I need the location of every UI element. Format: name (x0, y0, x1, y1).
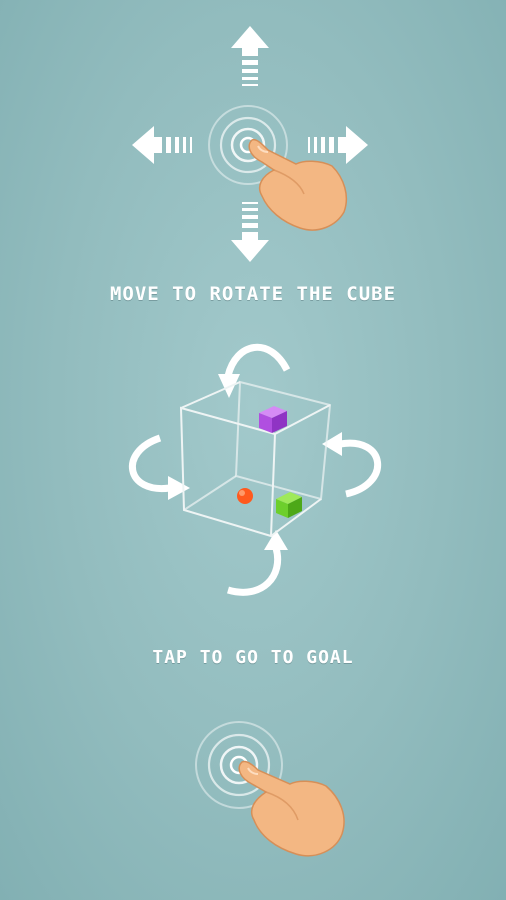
rotate-instruction-caption: MOVE TO ROTATE THE CUBE (109, 283, 397, 305)
wireframe-cube-icon (179, 380, 332, 538)
swipe-gesture-icon (132, 26, 368, 262)
rotate-cube-illustration (129, 343, 381, 596)
arrow-up-icon (231, 26, 269, 48)
rotate-arrow-bottom-icon (227, 547, 282, 596)
rotate-arrows-icon (129, 343, 381, 596)
hand-pointer-icon (248, 138, 348, 231)
rotate-arrow-top-icon (224, 343, 291, 377)
rotate-arrow-left-icon (129, 434, 171, 493)
arrow-down-icon (231, 240, 269, 262)
tap-instruction-caption: TAP TO GO TO GOAL (152, 647, 354, 668)
green-block-icon (276, 492, 302, 518)
hand-pointer-icon (238, 760, 345, 857)
arrow-left-icon (132, 126, 154, 164)
tap-gesture-icon (195, 721, 345, 857)
arrow-right-icon (346, 126, 368, 164)
rotate-arrow-right-icon (339, 439, 381, 498)
player-ball-icon (237, 488, 253, 504)
